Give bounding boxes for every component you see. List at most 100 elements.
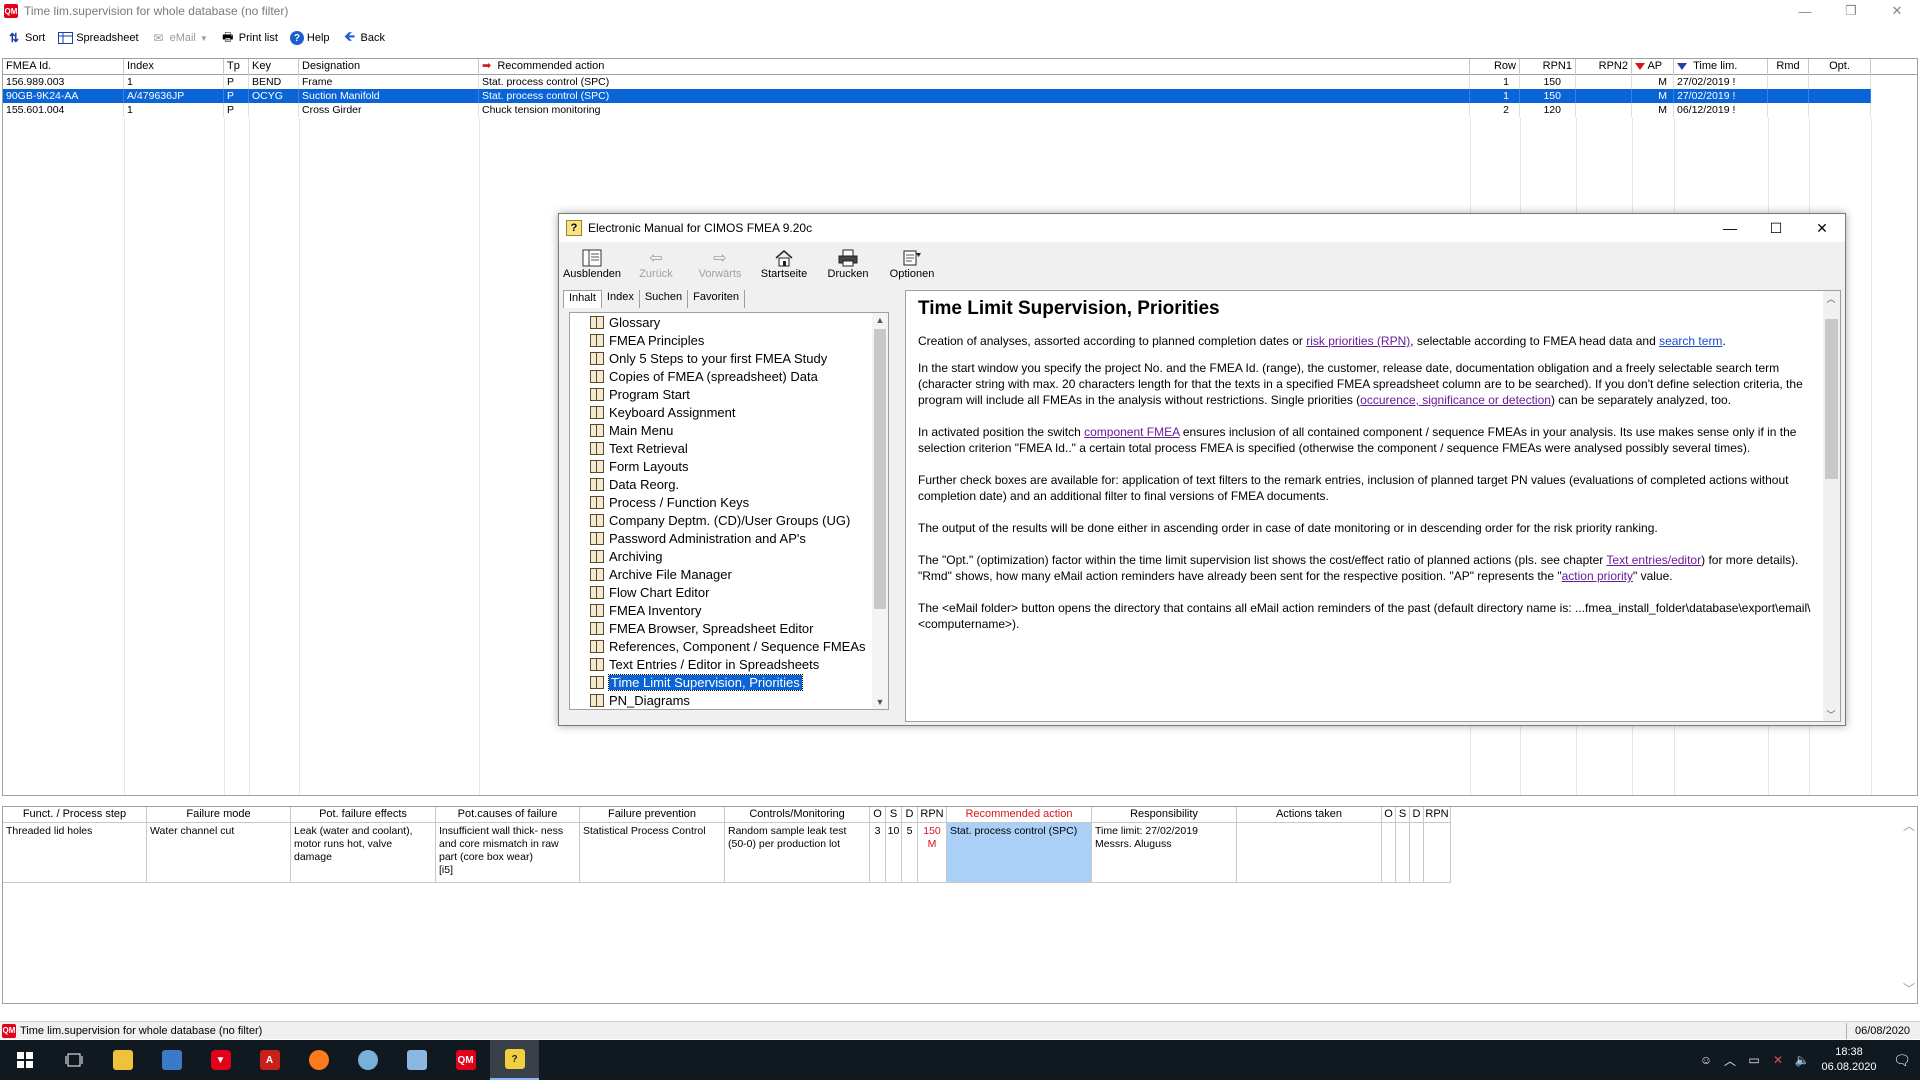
- scroll-thumb[interactable]: [874, 329, 886, 609]
- scroll-down-icon[interactable]: ▼: [872, 695, 888, 709]
- tree-item[interactable]: Text Retrieval: [570, 439, 888, 457]
- col-designation[interactable]: Designation: [299, 59, 479, 75]
- col-row[interactable]: Row: [1470, 59, 1520, 75]
- scroll-up-icon[interactable]: ▲: [872, 313, 888, 327]
- start-button[interactable]: [0, 1040, 49, 1080]
- spreadsheet-button[interactable]: Spreadsheet: [51, 27, 144, 49]
- scroll-thumb[interactable]: [1825, 319, 1838, 479]
- col-fmea-id[interactable]: FMEA Id.: [3, 59, 124, 75]
- cell-function[interactable]: Threaded lid holes: [3, 823, 147, 883]
- tab-contents[interactable]: Inhalt: [563, 290, 602, 308]
- tree-scrollbar[interactable]: ▲ ▼: [872, 313, 888, 709]
- cell-rpn[interactable]: 150 M: [918, 823, 947, 883]
- tree-item[interactable]: Archiving: [570, 547, 888, 565]
- taskbar-notes[interactable]: [392, 1040, 441, 1080]
- tree-item[interactable]: Keyboard Assignment: [570, 403, 888, 421]
- tree-item[interactable]: Glossary: [570, 313, 888, 331]
- tree-item[interactable]: Archive File Manager: [570, 565, 888, 583]
- tree-item[interactable]: References, Component / Sequence FMEAs: [570, 637, 888, 655]
- tree-item[interactable]: Copies of FMEA (spreadsheet) Data: [570, 367, 888, 385]
- taskbar-qm[interactable]: QM: [441, 1040, 490, 1080]
- link-component-fmea[interactable]: component FMEA: [1084, 425, 1179, 439]
- detail-row[interactable]: Threaded lid holes Water channel cut Lea…: [3, 823, 1917, 883]
- tree-item[interactable]: Company Deptm. (CD)/User Groups (UG): [570, 511, 888, 529]
- taskbar-paint[interactable]: [343, 1040, 392, 1080]
- back-button[interactable]: 🡸 Back: [336, 27, 391, 49]
- task-view-button[interactable]: [49, 1040, 98, 1080]
- volume-icon[interactable]: 🔈: [1790, 1053, 1814, 1067]
- col-recommended-action[interactable]: ➡ Recommended action: [479, 59, 1470, 75]
- help-close-button[interactable]: ✕: [1799, 214, 1845, 242]
- tree-item[interactable]: Main Menu: [570, 421, 888, 439]
- hide-button[interactable]: Ausblenden: [561, 248, 623, 280]
- help-button[interactable]: ? Help: [284, 27, 336, 49]
- print-list-button[interactable]: 🖶 Print list: [214, 27, 284, 49]
- col-ap[interactable]: AP: [1632, 59, 1674, 75]
- sort-button[interactable]: ⇅ Sort: [0, 27, 51, 49]
- cell-actions-taken[interactable]: [1237, 823, 1382, 883]
- tab-search[interactable]: Suchen: [640, 290, 689, 308]
- people-icon[interactable]: ☺: [1694, 1053, 1718, 1067]
- cell-failure-effects[interactable]: Leak (water and coolant), motor runs hot…: [291, 823, 436, 883]
- cell-controls[interactable]: Random sample leak test (50-0) per produ…: [725, 823, 870, 883]
- taskbar-firefox[interactable]: [294, 1040, 343, 1080]
- tree-item[interactable]: Process / Function Keys: [570, 493, 888, 511]
- col-key[interactable]: Key: [249, 59, 299, 75]
- col-opt[interactable]: Opt.: [1809, 59, 1871, 75]
- tree-item[interactable]: Data Reorg.: [570, 475, 888, 493]
- link-risk-priorities[interactable]: risk priorities (RPN): [1306, 334, 1410, 348]
- taskbar-acrobat[interactable]: A: [245, 1040, 294, 1080]
- chevron-up-icon[interactable]: ︿: [1718, 1052, 1742, 1069]
- cell-d[interactable]: 5: [902, 823, 918, 883]
- close-button[interactable]: ✕: [1874, 0, 1920, 22]
- tree-item[interactable]: FMEA Inventory: [570, 601, 888, 619]
- tree-item[interactable]: Flow Chart Editor: [570, 583, 888, 601]
- cell-o[interactable]: 3: [870, 823, 886, 883]
- cell-s2[interactable]: [1396, 823, 1410, 883]
- tree-item-selected[interactable]: Time Limit Supervision, Priorities: [570, 673, 888, 691]
- print-button[interactable]: Drucken: [817, 248, 879, 280]
- forward-nav-button[interactable]: ⇨ Vorwärts: [689, 248, 751, 280]
- clock[interactable]: 18:38 06.08.2020: [1814, 1045, 1884, 1075]
- maximize-button[interactable]: ❐: [1828, 0, 1874, 22]
- cell-d2[interactable]: [1410, 823, 1424, 883]
- taskbar-explorer[interactable]: [98, 1040, 147, 1080]
- tree-item[interactable]: Password Administration and AP's: [570, 529, 888, 547]
- col-tp[interactable]: Tp: [224, 59, 249, 75]
- cell-failure-prevention[interactable]: Statistical Process Control: [580, 823, 725, 883]
- link-text-entries[interactable]: Text entries/editor: [1606, 553, 1701, 567]
- col-index[interactable]: Index: [124, 59, 224, 75]
- help-minimize-button[interactable]: —: [1707, 214, 1753, 242]
- tab-index[interactable]: Index: [602, 290, 640, 308]
- scroll-down-icon[interactable]: ﹀: [1823, 707, 1839, 721]
- tree-item[interactable]: Program Start: [570, 385, 888, 403]
- content-scrollbar[interactable]: ︿ ﹀: [1823, 291, 1840, 721]
- minimize-button[interactable]: —: [1782, 0, 1828, 22]
- detail-scroll-up-icon[interactable]: ︿: [1903, 817, 1915, 834]
- email-dropdown-icon[interactable]: ▼: [200, 34, 208, 43]
- tree-item[interactable]: Only 5 Steps to your first FMEA Study: [570, 349, 888, 367]
- cell-failure-mode[interactable]: Water channel cut: [147, 823, 291, 883]
- home-button[interactable]: Startseite: [753, 248, 815, 280]
- taskbar-help[interactable]: ?: [490, 1040, 539, 1080]
- tree-item[interactable]: FMEA Principles: [570, 331, 888, 349]
- col-rmd[interactable]: Rmd: [1768, 59, 1809, 75]
- tab-favorites[interactable]: Favoriten: [688, 290, 746, 308]
- help-maximize-button[interactable]: ☐: [1753, 214, 1799, 242]
- cell-recommended-action[interactable]: Stat. process control (SPC): [947, 823, 1092, 883]
- cell-o2[interactable]: [1382, 823, 1396, 883]
- taskbar-app[interactable]: [147, 1040, 196, 1080]
- col-time-lim[interactable]: Time lim.: [1674, 59, 1768, 75]
- cell-s[interactable]: 10: [886, 823, 902, 883]
- detail-scroll-down-icon[interactable]: ﹀: [1903, 980, 1915, 997]
- taskbar-shield[interactable]: ▼: [196, 1040, 245, 1080]
- cell-responsibility[interactable]: Time limit: 27/02/2019 Messrs. Aluguss: [1092, 823, 1237, 883]
- cell-rpn2[interactable]: [1424, 823, 1451, 883]
- notification-icon[interactable]: 🗨: [1884, 1052, 1920, 1069]
- col-rpn2[interactable]: RPN2: [1576, 59, 1632, 75]
- tree-item[interactable]: FMEA Browser, Spreadsheet Editor: [570, 619, 888, 637]
- scroll-up-icon[interactable]: ︿: [1823, 291, 1839, 305]
- options-button[interactable]: Optionen: [881, 248, 943, 280]
- link-action-priority[interactable]: action priority: [1562, 569, 1633, 583]
- link-occurence[interactable]: occurence, significance or detection: [1360, 393, 1551, 407]
